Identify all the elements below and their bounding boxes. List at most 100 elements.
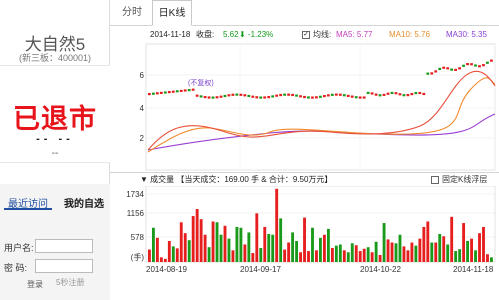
candle: [466, 63, 469, 66]
volume-bar: [163, 258, 167, 262]
volume-bar: [370, 252, 374, 262]
volume-bar: [342, 250, 346, 262]
tab-my-watchlist[interactable]: 我的自选: [64, 195, 104, 210]
volume-bar: [159, 257, 163, 262]
vol-tick-578: 578: [131, 233, 145, 242]
volume-bar: [303, 217, 306, 262]
stock-info-panel: 大自然5 (新三板：400001) 已退市 -- -- -- 最近访问 我的自选…: [0, 0, 110, 300]
price-tick-2: 2: [140, 134, 145, 143]
ma-checkbox[interactable]: ✓: [302, 31, 310, 39]
delisted-status: 已退市: [13, 104, 97, 134]
candle: [414, 91, 418, 95]
ma-label: 均线:: [313, 30, 332, 39]
close-label: 收盘:: [196, 30, 215, 39]
candle: [442, 66, 446, 69]
tab-daily-kline[interactable]: 日K线: [152, 0, 192, 26]
change-placeholder: --: [51, 148, 59, 159]
candle: [378, 94, 382, 97]
volume-bar: [219, 234, 223, 262]
candle: [402, 94, 406, 97]
candle: [418, 91, 422, 95]
candle: [223, 94, 227, 98]
volume-bar: [191, 216, 195, 262]
ma30-value: MA30: 5.35: [446, 30, 487, 39]
tab-intraday[interactable]: 分时: [114, 0, 150, 26]
close-price: 5.62: [223, 30, 239, 39]
volume-bar: [350, 243, 354, 262]
volume-bar: [470, 238, 473, 262]
ma10-value: MA10: 5.76: [389, 30, 430, 39]
candle: [438, 67, 442, 71]
volume-bar: [398, 234, 402, 262]
candle: [398, 93, 402, 96]
candle: [330, 93, 334, 96]
candle: [219, 95, 223, 98]
candle: [275, 94, 279, 97]
candle: [235, 93, 239, 96]
password-field[interactable]: [35, 259, 93, 273]
candle: [486, 61, 489, 64]
candle: [354, 96, 358, 99]
login-button[interactable]: 登录: [27, 279, 43, 290]
volume-bar: [458, 249, 462, 262]
volume-bar: [406, 250, 410, 262]
volume-bar: [307, 251, 310, 262]
username-field[interactable]: [35, 239, 93, 253]
register-link[interactable]: 5秒注册: [56, 277, 84, 288]
candle: [478, 65, 481, 68]
candle: [175, 90, 179, 93]
candle: [291, 93, 294, 97]
candle: [458, 67, 461, 70]
fixed-kline-label: 固定K线浮层: [442, 175, 488, 184]
volume-bar: [227, 238, 231, 262]
volume-chart[interactable]: 1734 1156 578 (手) 2014-08-19 2014-09-17 …: [110, 186, 499, 300]
volume-bar: [394, 243, 398, 262]
kline-chart[interactable]: 6 4 2 (不复权): [110, 42, 499, 172]
candle: [191, 88, 195, 91]
candle: [446, 67, 450, 70]
volume-bar: [322, 234, 326, 262]
candle: [410, 92, 414, 96]
volume-bar: [382, 223, 386, 262]
candle: [259, 96, 263, 99]
volume-summary: ▼ 成交量 【当天成交：169.00 手 & 合计：9.50万元】: [140, 175, 333, 184]
candle: [279, 93, 283, 97]
volume-bar: [446, 244, 450, 262]
candle: [203, 95, 207, 99]
price-placeholder: -- --: [36, 133, 74, 145]
volume-bar: [319, 237, 322, 262]
candle: [315, 96, 318, 99]
volume-bar: [235, 226, 239, 262]
quote-date: 2014-11-18: [150, 30, 191, 39]
volume-bar: [430, 242, 434, 262]
volume-bar: [438, 233, 442, 262]
candle: [454, 68, 458, 71]
volume-bar: [362, 248, 366, 262]
price-tick-6: 6: [140, 71, 145, 80]
candle: [155, 92, 159, 95]
candle: [426, 72, 430, 75]
candle: [374, 93, 378, 96]
volume-bar: [151, 227, 155, 262]
volume-bar: [171, 246, 175, 262]
volume-bar: [358, 251, 362, 262]
candle: [422, 92, 426, 96]
volume-bar: [315, 250, 318, 262]
candle: [159, 91, 163, 94]
volume-bar: [275, 188, 279, 262]
candle: [179, 89, 183, 92]
x-tick-3: 2014-10-22: [360, 265, 401, 274]
candle: [322, 94, 326, 98]
volume-bar: [271, 234, 275, 262]
candle: [271, 95, 275, 98]
volume-bar: [279, 218, 283, 262]
volume-bar: [402, 246, 406, 262]
candle: [434, 70, 438, 73]
volume-bar: [311, 227, 314, 262]
volume-bar: [223, 225, 227, 262]
candle: [283, 93, 286, 96]
volume-bar: [414, 245, 418, 262]
fixed-kline-checkbox[interactable]: [431, 176, 439, 184]
candle: [195, 94, 199, 97]
volume-bar: [478, 233, 481, 262]
